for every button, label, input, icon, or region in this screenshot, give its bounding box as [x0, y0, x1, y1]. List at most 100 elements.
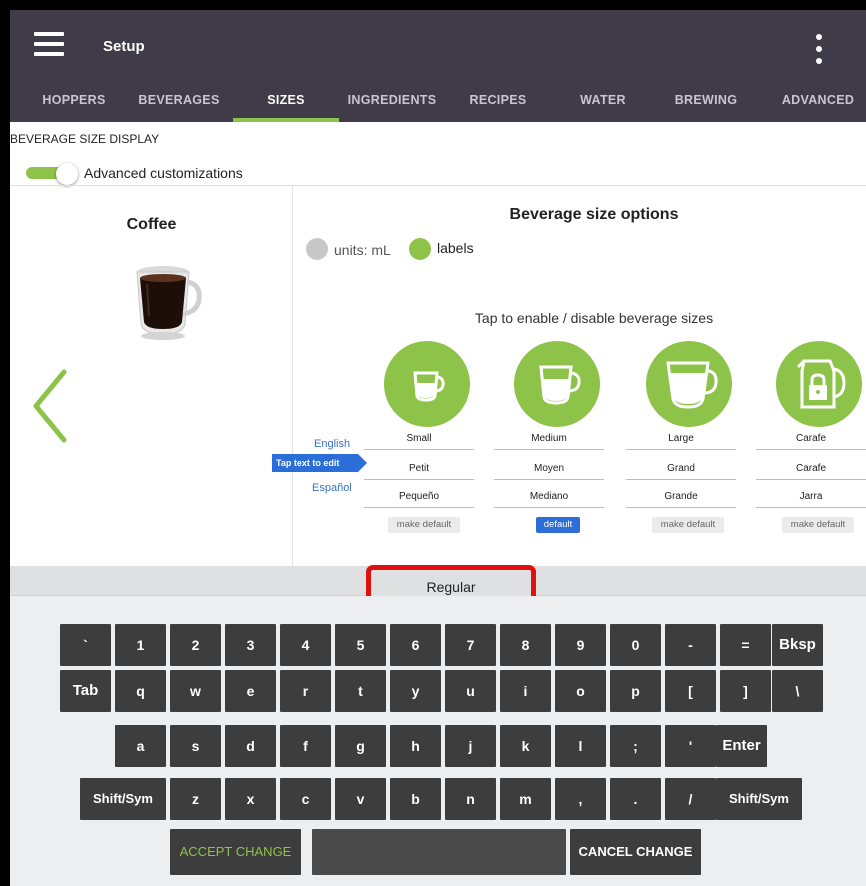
key-slash[interactable]: /	[665, 778, 716, 820]
key-d[interactable]: d	[225, 725, 276, 767]
key-apostrophe[interactable]: '	[665, 725, 716, 767]
labels-radio[interactable]	[409, 238, 431, 260]
key-x[interactable]: x	[225, 778, 276, 820]
size-label-english-small[interactable]: Small	[364, 430, 474, 450]
key-n[interactable]: n	[445, 778, 496, 820]
key-h[interactable]: h	[390, 725, 441, 767]
key-u[interactable]: u	[445, 670, 496, 712]
key-backspace[interactable]: Bksp	[772, 624, 823, 666]
key-i[interactable]: i	[500, 670, 551, 712]
key-t[interactable]: t	[335, 670, 386, 712]
tab-sizes[interactable]: SIZES	[233, 88, 339, 122]
medium-cup-icon[interactable]	[514, 341, 600, 427]
tab-hoppers[interactable]: HOPPERS	[34, 88, 114, 122]
key-k[interactable]: k	[500, 725, 551, 767]
key-o[interactable]: o	[555, 670, 606, 712]
tab-ingredients[interactable]: INGREDIENTS	[340, 88, 444, 122]
size-label-english-large[interactable]: Large	[626, 430, 736, 450]
size-label-french-small[interactable]: Petit	[364, 460, 474, 480]
hamburger-menu-icon[interactable]	[34, 32, 64, 56]
key-backslash[interactable]: \	[772, 670, 823, 712]
overflow-menu-icon[interactable]	[810, 34, 826, 68]
key-8[interactable]: 8	[500, 624, 551, 666]
default-badge-medium[interactable]: default	[536, 517, 580, 533]
size-options-pane: Beverage size options units: mL labels T…	[272, 186, 866, 580]
small-cup-icon[interactable]	[384, 341, 470, 427]
key-q[interactable]: q	[115, 670, 166, 712]
key-comma[interactable]: ,	[555, 778, 606, 820]
size-label-spanish-carafe[interactable]: Jarra	[756, 488, 866, 508]
make-default-button-carafe[interactable]: make default	[782, 517, 854, 533]
tab-recipes[interactable]: RECIPES	[460, 88, 536, 122]
key-6[interactable]: 6	[390, 624, 441, 666]
key-j[interactable]: j	[445, 725, 496, 767]
tab-brewing[interactable]: BREWING	[664, 88, 748, 122]
size-label-french-carafe[interactable]: Carafe	[756, 460, 866, 480]
size-options-title: Beverage size options	[509, 206, 679, 223]
size-label-english-carafe[interactable]: Carafe	[756, 430, 866, 450]
tab-water[interactable]: WATER	[570, 88, 636, 122]
units-radio[interactable]	[306, 238, 328, 260]
key-v[interactable]: v	[335, 778, 386, 820]
instruction-text: Tap to enable / disable beverage sizes	[474, 310, 714, 326]
section-title: BEVERAGE SIZE DISPLAY	[10, 132, 160, 146]
key-equals[interactable]: =	[720, 624, 771, 666]
key-r[interactable]: r	[280, 670, 331, 712]
size-label-spanish-small[interactable]: Pequeño	[364, 488, 474, 508]
key-minus[interactable]: -	[665, 624, 716, 666]
advanced-customizations-toggle[interactable]	[26, 163, 78, 185]
key-l[interactable]: l	[555, 725, 606, 767]
tab-advanced[interactable]: ADVANCED	[770, 88, 866, 122]
key-m[interactable]: m	[500, 778, 551, 820]
key-z[interactable]: z	[170, 778, 221, 820]
previous-beverage-chevron-icon[interactable]	[30, 366, 70, 446]
make-default-button-large[interactable]: make default	[652, 517, 724, 533]
key-space[interactable]	[312, 829, 566, 875]
key-f[interactable]: f	[280, 725, 331, 767]
key-y[interactable]: y	[390, 670, 441, 712]
app-bar: Setup HOPPERS BEVERAGES SIZES INGREDIENT…	[10, 10, 866, 122]
cancel-change-button[interactable]: CANCEL CHANGE	[570, 829, 701, 875]
size-label-spanish-large[interactable]: Grande	[626, 488, 736, 508]
key-shift-sym-right[interactable]: Shift/Sym	[716, 778, 802, 820]
key-left-bracket[interactable]: [	[665, 670, 716, 712]
key-shift-sym-left[interactable]: Shift/Sym	[80, 778, 166, 820]
units-radio-label: units: mL	[334, 242, 391, 258]
key-semicolon[interactable]: ;	[610, 725, 661, 767]
key-4[interactable]: 4	[280, 624, 331, 666]
size-label-french-large[interactable]: Grand	[626, 460, 736, 480]
tab-beverages[interactable]: BEVERAGES	[132, 88, 226, 122]
key-2[interactable]: 2	[170, 624, 221, 666]
key-3[interactable]: 3	[225, 624, 276, 666]
key-g[interactable]: g	[335, 725, 386, 767]
key-c[interactable]: c	[280, 778, 331, 820]
key-e[interactable]: e	[225, 670, 276, 712]
key-5[interactable]: 5	[335, 624, 386, 666]
key-a[interactable]: a	[115, 725, 166, 767]
key-s[interactable]: s	[170, 725, 221, 767]
tap-text-to-edit-hint: Tap text to edit	[272, 454, 367, 472]
key-tab[interactable]: Tab	[60, 670, 111, 712]
beverage-pane: Coffee	[10, 186, 293, 576]
accept-change-button[interactable]: ACCEPT CHANGE	[170, 829, 301, 875]
large-cup-icon[interactable]	[646, 341, 732, 427]
coffee-cup-image	[136, 266, 202, 340]
key-7[interactable]: 7	[445, 624, 496, 666]
toggle-label: Advanced customizations	[84, 165, 243, 181]
key-1[interactable]: 1	[115, 624, 166, 666]
make-default-button-small[interactable]: make default	[388, 517, 460, 533]
carafe-lock-icon[interactable]	[776, 341, 862, 427]
key-right-bracket[interactable]: ]	[720, 670, 771, 712]
size-label-french-medium[interactable]: Moyen	[494, 460, 604, 480]
key-enter[interactable]: Enter	[716, 725, 767, 767]
key-backtick[interactable]: `	[60, 624, 111, 666]
beverage-name: Coffee	[126, 216, 177, 233]
key-period[interactable]: .	[610, 778, 661, 820]
key-w[interactable]: w	[170, 670, 221, 712]
size-label-english-medium[interactable]: Medium	[494, 430, 604, 450]
key-0[interactable]: 0	[610, 624, 661, 666]
key-9[interactable]: 9	[555, 624, 606, 666]
key-p[interactable]: p	[610, 670, 661, 712]
key-b[interactable]: b	[390, 778, 441, 820]
size-label-spanish-medium[interactable]: Mediano	[494, 488, 604, 508]
